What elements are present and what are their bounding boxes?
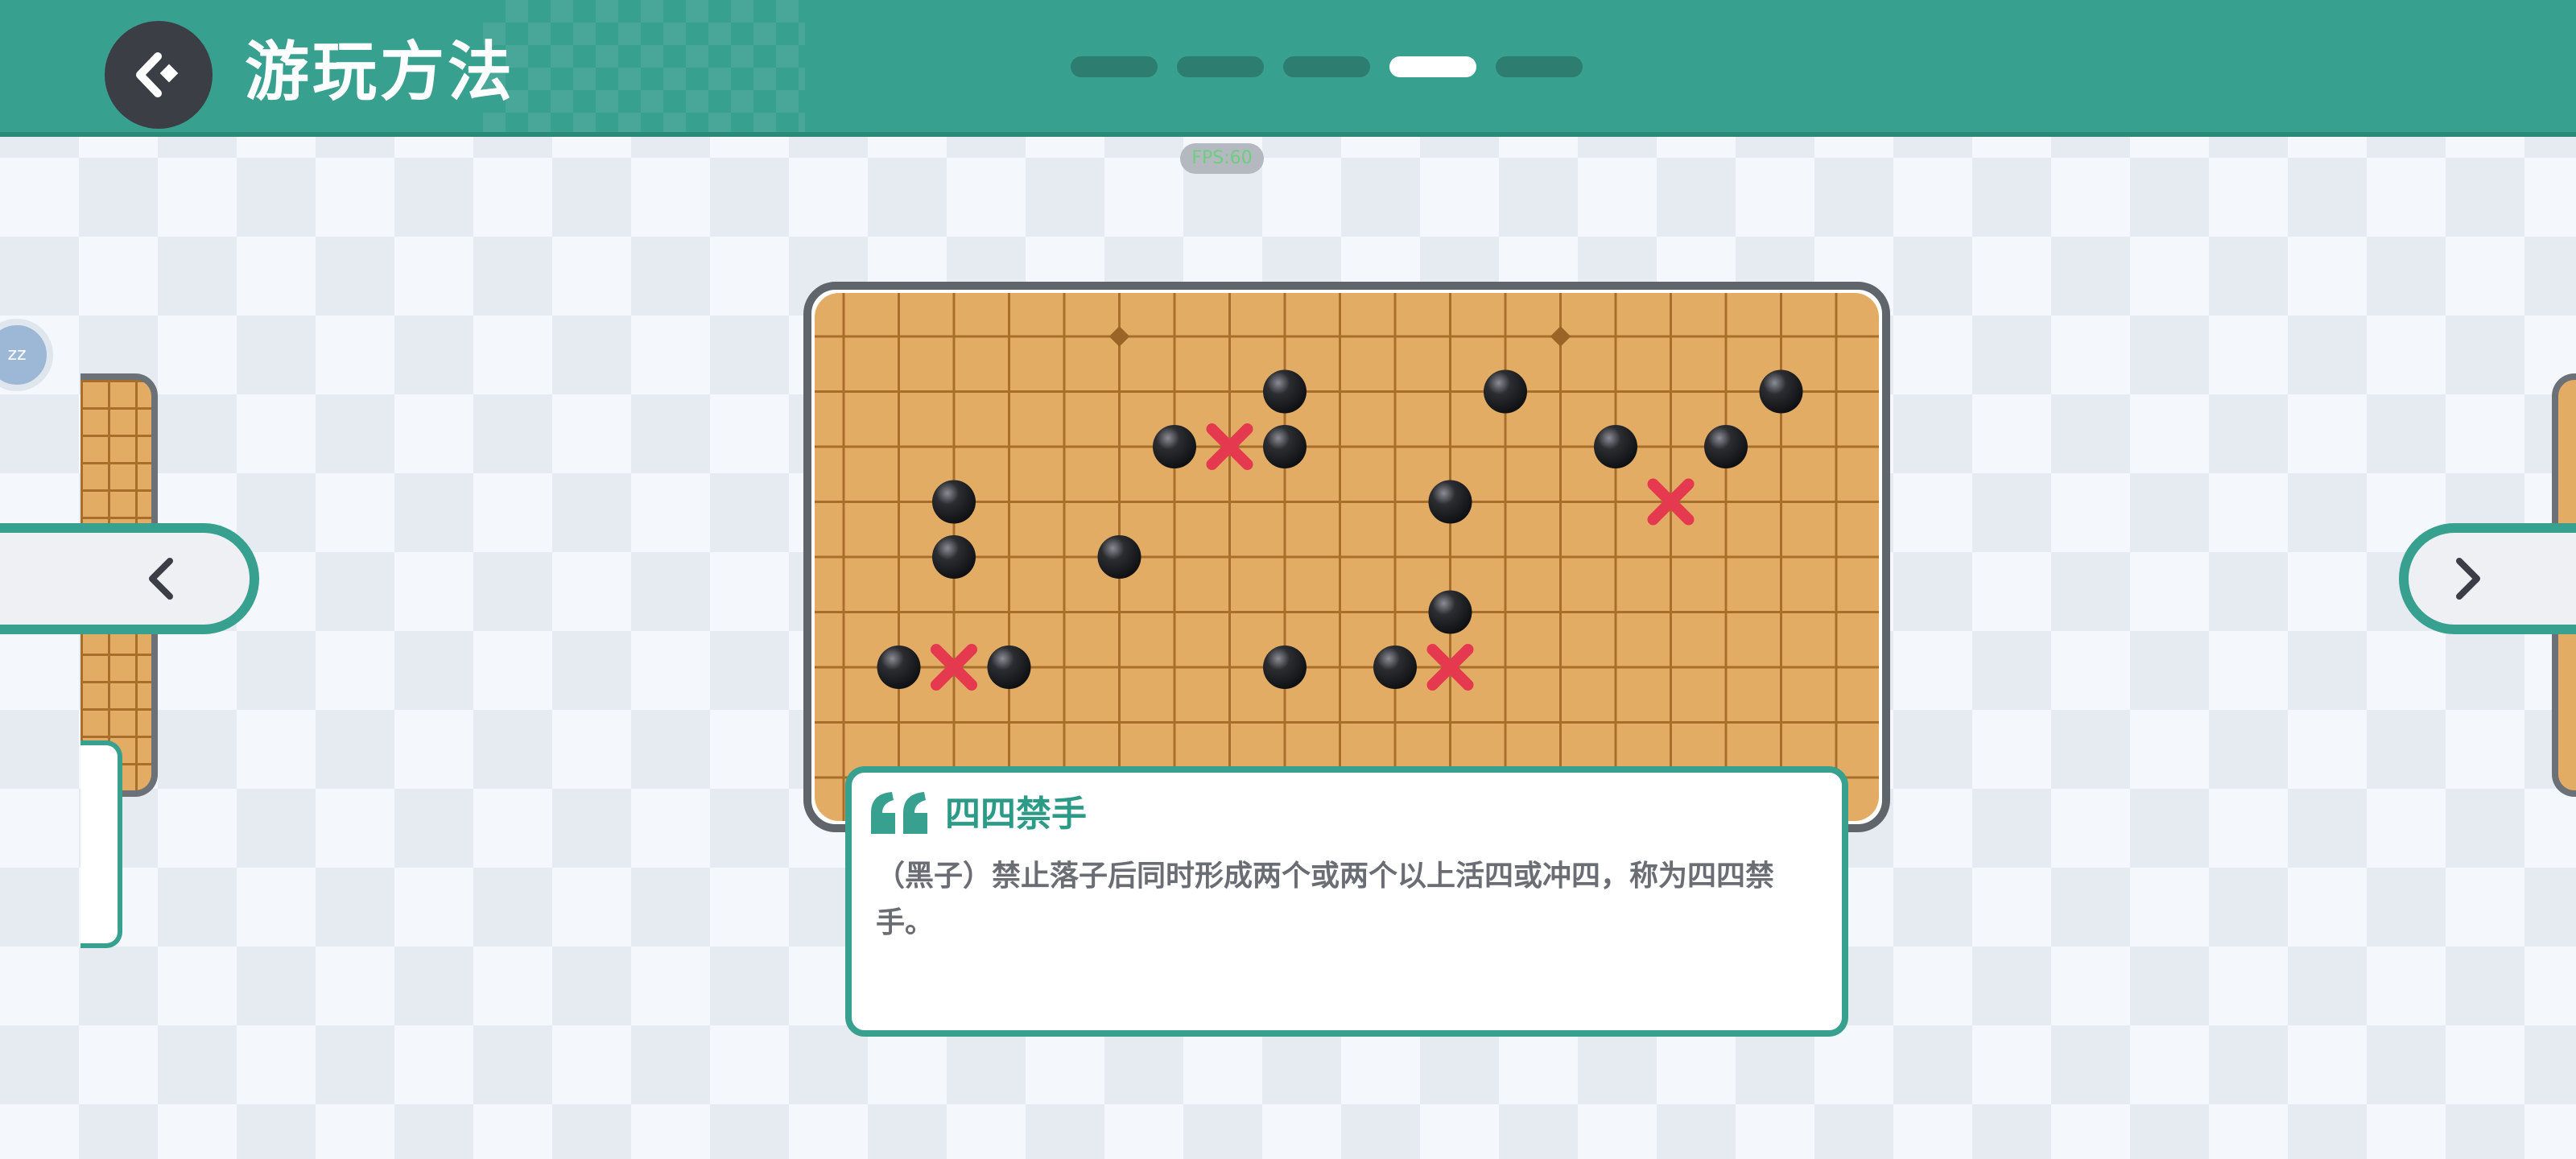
black-stone <box>932 535 976 579</box>
black-stone <box>932 480 976 524</box>
black-stone <box>1153 425 1196 468</box>
black-stone <box>1428 480 1472 524</box>
black-stone <box>1263 645 1307 689</box>
black-stone <box>1373 645 1417 689</box>
star-point <box>1108 326 1130 347</box>
quote-icon <box>871 792 927 834</box>
rule-title: 四四禁手 <box>945 794 1087 835</box>
back-button[interactable] <box>105 21 213 129</box>
avatar: zz <box>0 319 53 391</box>
board-grid <box>815 293 1879 821</box>
header-pattern <box>483 0 805 132</box>
black-stone <box>1263 425 1307 468</box>
black-stone <box>1097 535 1141 579</box>
black-stone <box>987 645 1031 689</box>
page-dot[interactable] <box>1496 56 1583 77</box>
black-stone <box>1484 369 1527 414</box>
previous-card-panel <box>80 740 122 948</box>
black-stone <box>1704 425 1748 468</box>
rule-example-card <box>803 282 1890 832</box>
back-arrow-icon <box>136 52 179 97</box>
page-dot[interactable] <box>1177 56 1264 77</box>
page-dot-active[interactable] <box>1389 56 1476 77</box>
previous-button[interactable] <box>0 523 259 634</box>
black-stone <box>1263 369 1307 414</box>
rule-description-panel: 四四禁手 （黑子）禁止落子后同时形成两个或两个以上活四或冲四，称为四四禁手。 <box>845 766 1848 1037</box>
black-stone <box>1428 590 1472 634</box>
star-point <box>1550 326 1571 347</box>
chevron-right-icon <box>2456 558 2480 600</box>
gomoku-board <box>815 293 1879 821</box>
page-indicator <box>1071 56 1583 77</box>
next-button[interactable] <box>2399 523 2576 634</box>
black-stone <box>1594 425 1637 468</box>
rule-text: （黑子）禁止落子后同时形成两个或两个以上活四或冲四，称为四四禁手。 <box>876 860 1775 939</box>
page-dot[interactable] <box>1071 56 1158 77</box>
top-bar: 游玩方法 <box>0 0 2576 137</box>
chevron-left-icon <box>149 558 173 600</box>
black-stone <box>877 645 921 689</box>
black-stone <box>1759 369 1803 414</box>
fps-badge: FPS:60 <box>1180 143 1264 174</box>
page-title: 游玩方法 <box>245 35 515 109</box>
page-dot[interactable] <box>1283 56 1370 77</box>
